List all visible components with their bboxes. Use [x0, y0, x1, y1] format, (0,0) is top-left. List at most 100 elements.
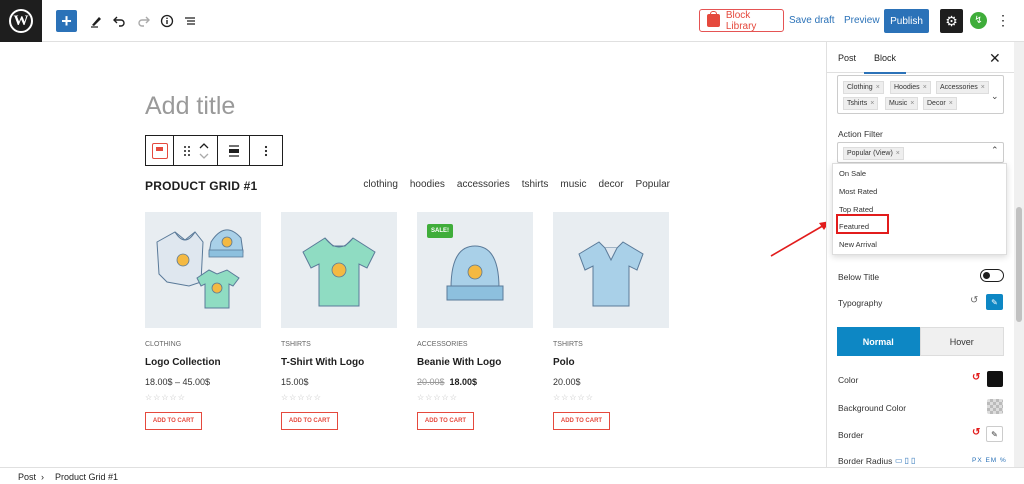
sale-badge: SALE! — [427, 224, 453, 238]
tab-hover[interactable]: Hover — [919, 327, 1004, 356]
below-title-toggle[interactable] — [980, 269, 1004, 282]
breadcrumb-current[interactable]: Product Grid #1 — [55, 472, 118, 482]
product-grid-title: PRODUCT GRID #1 — [145, 179, 258, 193]
block-type-button[interactable] — [146, 136, 174, 165]
list-view-button[interactable] — [180, 10, 200, 32]
more-vertical-icon — [264, 145, 268, 156]
device-icon[interactable]: ▭▯▯ — [895, 456, 917, 465]
details-button[interactable] — [157, 10, 177, 32]
edit-border-button[interactable]: ✎ — [986, 426, 1003, 442]
unit-selector[interactable]: PX EM % — [972, 457, 1007, 464]
bolt-plugin-button[interactable]: ↯ — [970, 12, 987, 29]
close-icon[interactable]: ✕ — [989, 50, 1001, 67]
drag-handle-icon[interactable] — [183, 145, 191, 157]
remove-tag-icon[interactable]: × — [896, 150, 900, 157]
edit-tools-button[interactable] — [86, 10, 106, 32]
action-filter-select[interactable]: Popular (View) × ⌃ — [837, 142, 1004, 163]
breadcrumb-post[interactable]: Post — [18, 472, 36, 482]
border-label: Border — [838, 430, 864, 440]
sidebar-tabs: Post Block ✕ — [827, 42, 1014, 74]
action-tag: Popular (View) × — [843, 147, 904, 160]
reset-icon[interactable]: ↺ — [970, 295, 978, 306]
align-button[interactable] — [218, 136, 250, 165]
add-to-cart-button[interactable]: ADD TO CART — [417, 412, 474, 430]
redo-button[interactable] — [134, 10, 154, 32]
border-radius-label: Border Radius — [838, 456, 893, 466]
color-swatch[interactable] — [987, 371, 1003, 387]
settings-button[interactable]: ⚙ — [940, 9, 963, 33]
bolt-icon: ↯ — [974, 15, 983, 26]
product-image[interactable] — [281, 212, 397, 328]
color-label: Color — [838, 375, 859, 385]
product-card: TSHIRTS T-Shirt With Logo 15.00$ ☆☆☆☆☆ A… — [281, 212, 397, 430]
tshirt-illustration — [302, 237, 376, 307]
product-image[interactable] — [553, 212, 669, 328]
tab-block[interactable]: Block — [863, 53, 907, 74]
remove-tag-icon[interactable]: × — [870, 100, 874, 107]
scrollbar-thumb[interactable] — [1016, 207, 1022, 322]
add-block-button[interactable]: + — [56, 10, 77, 32]
publish-button[interactable]: Publish — [884, 9, 929, 33]
filter-tab[interactable]: music — [560, 179, 586, 190]
product-category[interactable]: TSHIRTS — [553, 341, 669, 348]
block-options-button[interactable] — [250, 136, 282, 165]
product-price: 20.00$ — [553, 377, 581, 387]
wordpress-logo[interactable]: W — [0, 0, 42, 42]
product-name[interactable]: Beanie With Logo — [417, 357, 533, 368]
product-card: CLOTHING Logo Collection 18.00$ – 45.00$… — [145, 212, 261, 430]
product-category[interactable]: ACCESSORIES — [417, 341, 533, 348]
add-to-cart-button[interactable]: ADD TO CART — [281, 412, 338, 430]
remove-tag-icon[interactable]: × — [981, 84, 985, 91]
tag-label: Accessories — [940, 84, 978, 91]
sidebar-scrollbar[interactable] — [1014, 42, 1024, 467]
remove-tag-icon[interactable]: × — [949, 100, 953, 107]
settings-sidebar: Post Block ✕ Clothing × Hoodies × Accessor… — [826, 42, 1014, 467]
category-tag: Hoodies × — [890, 81, 931, 94]
block-library-button[interactable]: Block Library — [699, 9, 784, 32]
product-category[interactable]: TSHIRTS — [281, 341, 397, 348]
preview-button[interactable]: Preview — [844, 15, 880, 26]
redo-icon — [138, 16, 150, 27]
add-to-cart-button[interactable]: ADD TO CART — [553, 412, 610, 430]
tag-label: Popular (View) — [847, 150, 893, 157]
product-name[interactable]: Logo Collection — [145, 357, 261, 368]
filter-tab[interactable]: accessories — [457, 179, 510, 190]
highlight-box — [836, 214, 889, 234]
filter-tab[interactable]: tshirts — [522, 179, 549, 190]
original-price: 20.00$ — [417, 377, 445, 387]
product-grid-icon — [151, 142, 168, 159]
filter-tab[interactable]: decor — [599, 179, 624, 190]
save-draft-button[interactable]: Save draft — [789, 15, 835, 26]
more-options-button[interactable]: ⋮ — [996, 12, 1010, 29]
category-select[interactable]: Clothing × Hoodies × Accessories × Tshirts ×… — [837, 75, 1004, 114]
product-category[interactable]: CLOTHING — [145, 341, 261, 348]
reset-icon[interactable]: ↺ — [972, 372, 980, 383]
tab-post[interactable]: Post — [838, 53, 856, 63]
category-tag: Music × — [885, 97, 919, 110]
remove-tag-icon[interactable]: × — [876, 84, 880, 91]
dropdown-option[interactable]: Most Rated — [839, 187, 877, 196]
post-title-input[interactable]: Add title — [145, 92, 235, 121]
remove-tag-icon[interactable]: × — [910, 100, 914, 107]
product-image[interactable]: SALE! — [417, 212, 533, 328]
filter-tab[interactable]: clothing — [363, 179, 397, 190]
editor-canvas: Add title PRODUCT GRID #1 clothing hoodi… — [0, 42, 826, 467]
background-color-label: Background Color — [838, 403, 907, 413]
move-up-down-icon[interactable] — [199, 142, 209, 160]
remove-tag-icon[interactable]: × — [923, 84, 927, 91]
reset-icon[interactable]: ↺ — [972, 427, 980, 438]
tab-normal[interactable]: Normal — [837, 327, 920, 356]
background-color-swatch[interactable] — [987, 399, 1003, 414]
add-to-cart-button[interactable]: ADD TO CART — [145, 412, 202, 430]
filter-tab[interactable]: Popular — [636, 179, 670, 190]
product-image[interactable] — [145, 212, 261, 328]
dropdown-option[interactable]: New Arrival — [839, 240, 877, 249]
dropdown-option[interactable]: On Sale — [839, 169, 866, 178]
block-library-label: Block Library — [725, 9, 757, 32]
edit-typography-button[interactable]: ✎ — [986, 294, 1003, 310]
filter-tab[interactable]: hoodies — [410, 179, 445, 190]
dropdown-option[interactable]: Top Rated — [839, 205, 873, 214]
product-name[interactable]: T-Shirt With Logo — [281, 357, 397, 368]
product-name[interactable]: Polo — [553, 357, 669, 368]
undo-button[interactable] — [109, 10, 129, 32]
